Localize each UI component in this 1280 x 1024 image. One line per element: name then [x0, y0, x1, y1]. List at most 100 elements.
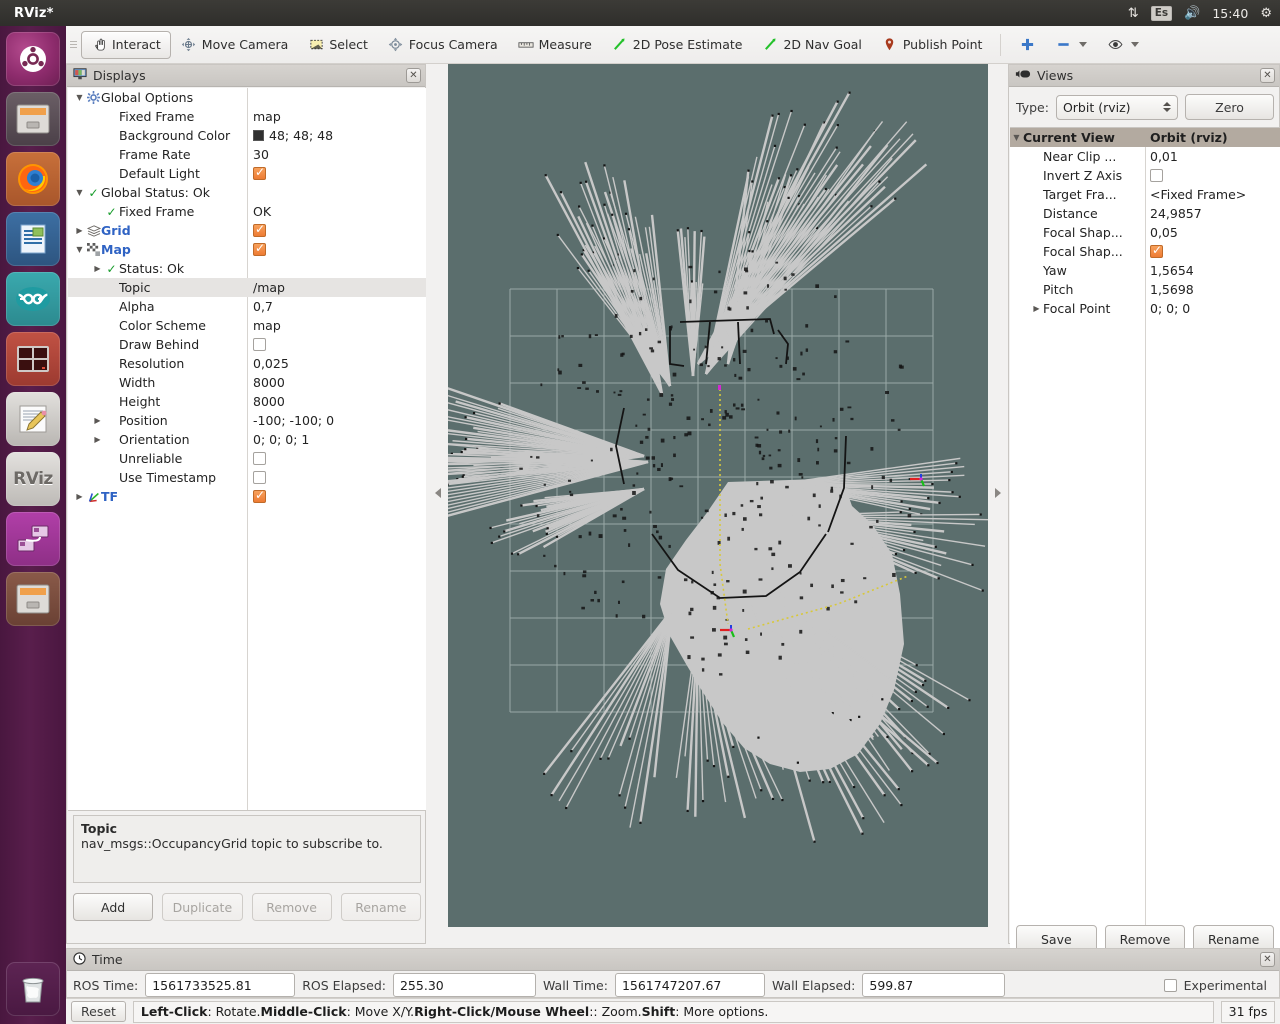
- displays-tree[interactable]: ▼ Global Options Fixed Frame map Background …: [68, 88, 426, 811]
- display-row-global-status-ok[interactable]: ▼ ✓ Global Status: Ok: [68, 183, 426, 202]
- row-checkbox-unchecked[interactable]: [253, 338, 266, 351]
- launcher-item-ubuntu-dash[interactable]: [6, 32, 60, 86]
- wall-time-input[interactable]: 1561747207.67: [614, 973, 765, 997]
- row-checkbox-checked[interactable]: [253, 167, 266, 180]
- view-type-select[interactable]: Orbit (rviz): [1055, 94, 1179, 120]
- close-icon[interactable]: ✕: [1260, 952, 1275, 967]
- row-value-cell[interactable]: [247, 167, 426, 180]
- row-value-cell[interactable]: 1,5654: [1145, 263, 1280, 278]
- chevron-right-icon[interactable]: ▶: [91, 416, 104, 425]
- display-row-resolution[interactable]: Resolution 0,025: [68, 354, 426, 373]
- chevron-down-icon[interactable]: [1131, 42, 1140, 47]
- chevron-down-icon[interactable]: ▼: [73, 188, 86, 197]
- remove-tool-button[interactable]: [1045, 31, 1097, 59]
- color-swatch[interactable]: [253, 130, 264, 141]
- row-value-cell[interactable]: 0; 0; 0: [1145, 301, 1280, 316]
- display-row-frame-rate[interactable]: Frame Rate 30: [68, 145, 426, 164]
- ros-time-input[interactable]: 1561733525.81: [145, 973, 296, 997]
- keyboard-layout-indicator[interactable]: Es: [1150, 5, 1173, 21]
- row-value-cell[interactable]: 0,05: [1145, 225, 1280, 240]
- row-checkbox-unchecked[interactable]: [253, 471, 266, 484]
- display-row-fixed-frame[interactable]: Fixed Frame map: [68, 107, 426, 126]
- view-row-distance[interactable]: Distance 24,9857: [1010, 204, 1280, 223]
- close-icon[interactable]: ✕: [1260, 68, 1275, 83]
- row-value-cell[interactable]: [247, 490, 426, 503]
- row-value-cell[interactable]: 30: [247, 147, 426, 162]
- clock-label[interactable]: 15:40: [1212, 6, 1248, 21]
- row-checkbox-unchecked[interactable]: [1150, 169, 1163, 182]
- spinner-arrows-icon[interactable]: [1163, 102, 1172, 112]
- gear-icon[interactable]: ⚙: [1260, 7, 1272, 20]
- display-row-global-options[interactable]: ▼ Global Options: [68, 88, 426, 107]
- launcher-item-text-editor[interactable]: [6, 392, 60, 446]
- tool-publish-point[interactable]: Publish Point: [872, 31, 993, 59]
- row-value-cell[interactable]: [247, 452, 426, 465]
- row-value-cell[interactable]: [1145, 245, 1280, 258]
- row-value-cell[interactable]: /map: [247, 280, 426, 295]
- chevron-right-icon[interactable]: ▶: [91, 435, 104, 444]
- row-value-cell[interactable]: 0,01: [1145, 149, 1280, 164]
- row-value-cell[interactable]: 48; 48; 48: [247, 128, 426, 143]
- display-row-status-ok[interactable]: ▶ ✓ Status: Ok: [68, 259, 426, 278]
- visibility-button[interactable]: [1097, 31, 1149, 59]
- row-value-cell[interactable]: [247, 471, 426, 484]
- display-row-topic[interactable]: Topic/map: [68, 278, 426, 297]
- view-row-focal-shap[interactable]: Focal Shap... 0,05: [1010, 223, 1280, 242]
- tool-interact[interactable]: Interact: [81, 30, 171, 59]
- right-splitter-handle[interactable]: [990, 64, 1004, 927]
- view-row-pitch[interactable]: Pitch 1,5698: [1010, 280, 1280, 299]
- views-tree[interactable]: ▼ Current View Orbit (rviz) Near Clip ..…: [1010, 127, 1280, 955]
- wall-elapsed-input[interactable]: 599.87: [862, 973, 1006, 997]
- chevron-down-icon[interactable]: ▼: [1010, 133, 1023, 142]
- reset-button[interactable]: Reset: [71, 1001, 126, 1022]
- row-value-cell[interactable]: map: [247, 109, 426, 124]
- tool-move-camera[interactable]: Move Camera: [171, 31, 299, 59]
- row-checkbox-unchecked[interactable]: [253, 452, 266, 465]
- launcher-item-files-alt[interactable]: [6, 572, 60, 626]
- views-tree-header[interactable]: ▼ Current View Orbit (rviz): [1010, 128, 1280, 147]
- row-value-cell[interactable]: [1145, 169, 1280, 182]
- chevron-right-icon[interactable]: ▶: [1030, 304, 1043, 313]
- close-icon[interactable]: ✕: [406, 68, 421, 83]
- display-row-background-color[interactable]: Background Color 48; 48; 48: [68, 126, 426, 145]
- row-value-cell[interactable]: 8000: [247, 394, 426, 409]
- display-row-height[interactable]: Height 8000: [68, 392, 426, 411]
- add-display-button[interactable]: Add: [73, 893, 154, 921]
- experimental-checkbox[interactable]: [1163, 978, 1177, 992]
- display-row-alpha[interactable]: Alpha 0,7: [68, 297, 426, 316]
- display-row-use-timestamp[interactable]: Use Timestamp: [68, 468, 426, 487]
- row-value-cell[interactable]: map: [247, 318, 426, 333]
- row-checkbox-checked[interactable]: [253, 243, 266, 256]
- row-value-cell[interactable]: [247, 243, 426, 256]
- volume-icon[interactable]: 🔊: [1184, 7, 1200, 20]
- view-row-focal-point[interactable]: ▶ Focal Point 0; 0; 0: [1010, 299, 1280, 318]
- display-row-fixed-frame[interactable]: ✓ Fixed Frame OK: [68, 202, 426, 221]
- launcher-item-files[interactable]: [6, 92, 60, 146]
- chevron-right-icon[interactable]: ▶: [73, 492, 86, 501]
- tool-measure[interactable]: Measure: [508, 31, 602, 59]
- launcher-item-arduino[interactable]: [6, 272, 60, 326]
- collapse-right-arrow-icon[interactable]: [995, 488, 1001, 498]
- display-row-unreliable[interactable]: Unreliable: [68, 449, 426, 468]
- row-value-cell[interactable]: <Fixed Frame>: [1145, 187, 1280, 202]
- row-value-cell[interactable]: [247, 338, 426, 351]
- row-value-cell[interactable]: 0; 0; 0; 1: [247, 432, 426, 447]
- tool-select[interactable]: Select: [298, 31, 378, 59]
- display-row-position[interactable]: ▶ Position -100; -100; 0: [68, 411, 426, 430]
- view-row-yaw[interactable]: Yaw 1,5654: [1010, 261, 1280, 280]
- collapse-left-arrow-icon[interactable]: [435, 488, 441, 498]
- chevron-right-icon[interactable]: ▶: [73, 226, 86, 235]
- view-row-target-fra[interactable]: Target Fra... <Fixed Frame>: [1010, 185, 1280, 204]
- view-row-focal-shap[interactable]: Focal Shap...: [1010, 242, 1280, 261]
- launcher-item-rviz[interactable]: RViz: [6, 452, 60, 506]
- tool-2d-pose-estimate[interactable]: 2D Pose Estimate: [602, 31, 753, 59]
- launcher-item-libreoffice-writer[interactable]: [6, 212, 60, 266]
- chevron-down-icon[interactable]: ▼: [73, 245, 86, 254]
- row-value-cell[interactable]: 0,7: [247, 299, 426, 314]
- display-row-width[interactable]: Width 8000: [68, 373, 426, 392]
- display-row-grid[interactable]: ▶ Grid: [68, 221, 426, 240]
- experimental-toggle[interactable]: Experimental: [1163, 978, 1275, 993]
- display-row-color-scheme[interactable]: Color Scheme map: [68, 316, 426, 335]
- row-value-cell[interactable]: -100; -100; 0: [247, 413, 426, 428]
- row-value-cell[interactable]: 0,025: [247, 356, 426, 371]
